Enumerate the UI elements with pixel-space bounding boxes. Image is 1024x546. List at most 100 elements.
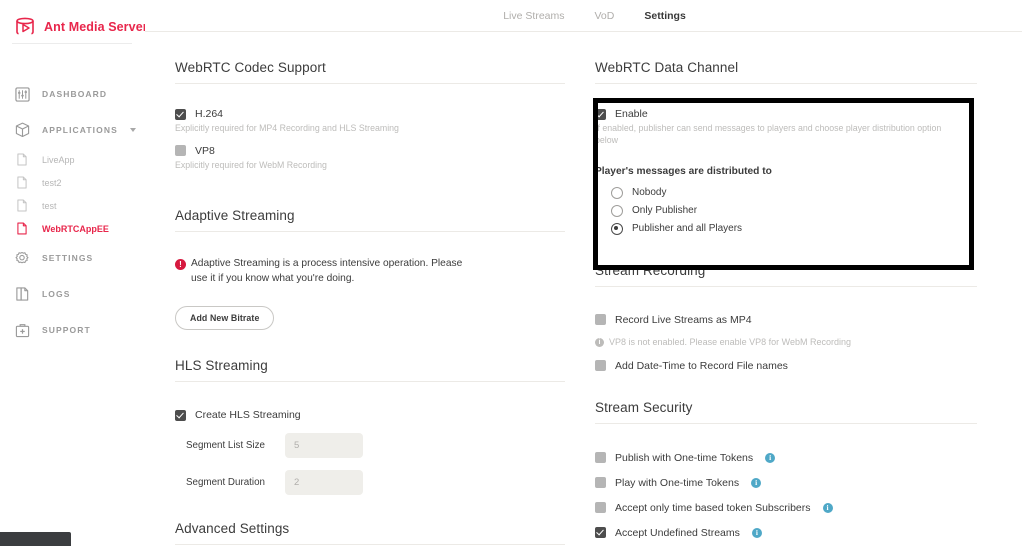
section-divider (175, 381, 565, 383)
checkbox-publish-one-time-tokens[interactable] (595, 452, 606, 464)
ant-media-logo-icon (14, 17, 36, 37)
info-icon[interactable] (751, 477, 762, 489)
section-title: Advanced Settings (175, 521, 290, 537)
sidebar-item-applications[interactable]: APPLICATIONS (0, 112, 145, 148)
checkbox-publish-one-time-tokens-row[interactable]: Publish with One-time Tokens (595, 452, 977, 464)
checkbox-create-hls-label: Create HLS Streaming (195, 409, 301, 422)
sidebar: Ant Media Server DASHBOARD APPLICATIONS … (0, 0, 148, 546)
vp8-note: VP8 is not enabled. Please enable VP8 fo… (595, 336, 955, 349)
sidebar-app-test2[interactable]: test2 (0, 171, 145, 194)
checkbox-record-mp4-row[interactable]: Record Live Streams as MP4 (595, 314, 977, 326)
radio-only-publisher-row[interactable]: Only Publisher (595, 204, 977, 217)
section-stream-recording: Stream Recording Record Live Streams as … (595, 263, 977, 372)
checkbox-publish-one-time-tokens-label: Publish with One-time Tokens (615, 451, 754, 464)
checkbox-add-datetime-row[interactable]: Add Date-Time to Record File names (595, 360, 977, 372)
info-icon[interactable] (822, 502, 833, 514)
section-divider (595, 83, 977, 84)
checkbox-record-mp4[interactable] (595, 314, 606, 326)
sidebar-item-label: SUPPORT (42, 325, 91, 335)
checkbox-accept-undefined-streams[interactable] (595, 527, 606, 539)
checkbox-vp8-row[interactable]: VP8 (175, 145, 565, 157)
sidebar-app-label: test2 (42, 177, 62, 188)
brand-logo[interactable]: Ant Media Server (0, 0, 148, 42)
radio-nobody-row[interactable]: Nobody (595, 186, 977, 199)
info-icon[interactable] (765, 452, 776, 464)
sidebar-app-label: WebRTCAppEE (42, 223, 109, 234)
sidebar-app-webrtcappee[interactable]: WebRTCAppEE (0, 217, 145, 240)
field-segment-list-size: Segment List Size (175, 433, 565, 459)
applications-box-icon (10, 119, 34, 141)
sidebar-item-logs[interactable]: LOGS (0, 276, 145, 312)
file-icon (10, 152, 34, 168)
add-new-bitrate-button[interactable]: Add New Bitrate (175, 306, 275, 331)
settings-columns: WebRTC Codec Support H.264 Explicitly re… (145, 32, 1024, 546)
checkbox-h264-label: H.264 (195, 108, 224, 120)
vp8-hint: Explicitly required for WebM Recording (175, 159, 327, 170)
section-title: WebRTC Data Channel (595, 60, 739, 75)
sidebar-item-dashboard[interactable]: DASHBOARD (0, 76, 145, 112)
section-divider (175, 230, 565, 232)
checkbox-accept-undefined-streams-row[interactable]: Accept Undefined Streams (595, 527, 977, 539)
chevron-down-icon[interactable] (130, 128, 136, 132)
status-bar-text (0, 532, 71, 536)
app-root: Ant Media Server DASHBOARD APPLICATIONS … (0, 0, 1024, 546)
section-webrtc-codec-support: WebRTC Codec Support H.264 Explicitly re… (175, 60, 565, 172)
logs-icon (10, 283, 34, 305)
settings-column-right: WebRTC Data Channel Enable If enabled, p… (565, 60, 977, 545)
sidebar-app-label: test (42, 200, 57, 211)
sidebar-nav: DASHBOARD APPLICATIONS LiveApp test2 tes… (0, 76, 145, 348)
section-title: WebRTC Codec Support (175, 60, 326, 75)
sidebar-app-liveapp[interactable]: LiveApp (0, 148, 145, 171)
section-divider (595, 422, 977, 424)
sidebar-app-label: LiveApp (42, 154, 75, 165)
gear-icon (10, 247, 34, 269)
section-title: Adaptive Streaming (175, 207, 295, 223)
sidebar-item-label: LOGS (42, 289, 71, 299)
checkbox-create-hls-row[interactable]: Create HLS Streaming (175, 409, 565, 421)
checkbox-vp8[interactable] (175, 145, 186, 157)
tab-live-streams[interactable]: Live Streams (503, 10, 564, 22)
radio-only-publisher[interactable] (611, 204, 623, 217)
checkbox-vp8-label: VP8 (195, 144, 215, 157)
section-title: HLS Streaming (175, 358, 268, 374)
radio-publisher-and-all-players[interactable] (611, 222, 623, 235)
checkbox-data-channel-enable-row[interactable]: Enable (595, 108, 977, 120)
checkbox-h264-row[interactable]: H.264 (175, 108, 565, 120)
radio-nobody[interactable] (611, 186, 623, 199)
sidebar-app-test[interactable]: test (0, 194, 145, 217)
radio-publisher-and-all-players-row[interactable]: Publisher and all Players (595, 222, 977, 235)
section-divider (175, 544, 565, 546)
checkbox-time-based-subscribers[interactable] (595, 502, 606, 514)
tab-settings[interactable]: Settings (644, 10, 685, 22)
status-bar[interactable] (0, 532, 71, 546)
checkbox-time-based-subscribers-row[interactable]: Accept only time based token Subscribers (595, 502, 977, 514)
vp8-note-text: VP8 is not enabled. Please enable VP8 fo… (609, 336, 851, 347)
checkbox-accept-undefined-streams-label: Accept Undefined Streams (615, 526, 740, 539)
checkbox-play-one-time-tokens-row[interactable]: Play with One-time Tokens (595, 477, 977, 489)
brand-name: Ant Media Server (44, 20, 148, 34)
sidebar-divider (12, 43, 132, 44)
info-gray-icon (595, 337, 604, 348)
segment-duration-label: Segment Duration (186, 477, 265, 489)
radio-publisher-and-all-players-label: Publisher and all Players (632, 223, 743, 235)
segment-duration-input[interactable] (285, 470, 363, 496)
distribution-title: Player's messages are distributed to (595, 165, 772, 177)
tab-vod[interactable]: VoD (595, 10, 615, 22)
checkbox-create-hls[interactable] (175, 409, 186, 421)
section-title: Stream Recording (595, 262, 706, 278)
checkbox-data-channel-enable[interactable] (595, 108, 606, 120)
adaptive-warning-text: Adaptive Streaming is a process intensiv… (191, 257, 463, 284)
info-icon[interactable] (751, 527, 762, 539)
section-webrtc-data-channel: WebRTC Data Channel Enable If enabled, p… (595, 60, 977, 235)
checkbox-record-mp4-label: Record Live Streams as MP4 (615, 313, 752, 326)
checkbox-play-one-time-tokens-label: Play with One-time Tokens (615, 476, 740, 489)
checkbox-h264[interactable] (175, 108, 186, 120)
sidebar-item-support[interactable]: SUPPORT (0, 312, 145, 348)
file-icon (10, 221, 34, 237)
segment-list-size-input[interactable] (285, 433, 363, 459)
radio-nobody-label: Nobody (632, 187, 667, 199)
checkbox-play-one-time-tokens[interactable] (595, 477, 606, 489)
checkbox-add-datetime[interactable] (595, 360, 606, 372)
section-title: Stream Security (595, 399, 693, 415)
sidebar-item-settings[interactable]: SETTINGS (0, 240, 145, 276)
